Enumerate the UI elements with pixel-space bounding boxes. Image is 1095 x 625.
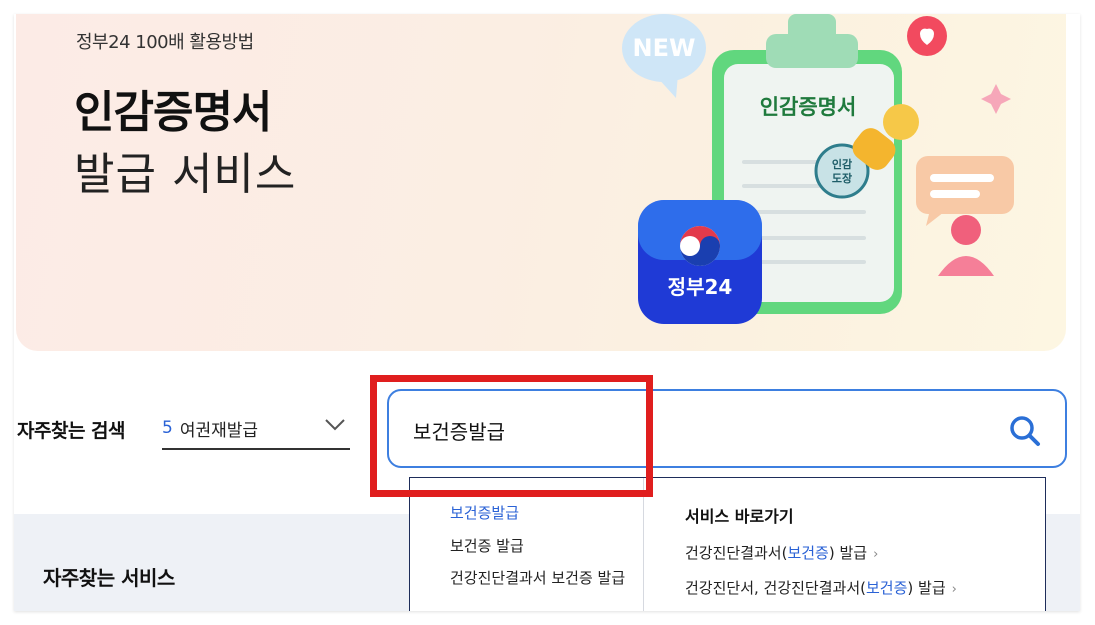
banner-title: 인감증명서	[74, 87, 272, 138]
suggestion-list: 보건증발급 보건증 발급 건강진단결과서 보건증 발급	[410, 478, 644, 611]
shortcut-keyword: 보건증	[787, 544, 829, 562]
person-icon	[938, 215, 994, 276]
stamp-line-1: 인감	[832, 157, 852, 171]
hero-banner[interactable]: 정부24 100배 활용방법 인감증명서 발급 서비스 NEW 인감증명서 인감…	[16, 14, 1066, 351]
frequent-search-rank: 5	[162, 418, 173, 438]
service-shortcut-title: 서비스 바로가기	[685, 507, 794, 526]
service-shortcut-link[interactable]: 건강진단결과서(보건증) 발급 ›	[685, 542, 878, 563]
banner-kicker: 정부24 100배 활용방법	[76, 32, 254, 53]
gov24-app-icon: 정부24	[638, 200, 762, 324]
highlight-box	[370, 375, 653, 497]
shortcut-text: ) 발급	[828, 544, 868, 562]
frequent-search-select[interactable]: 5 여권재발급	[162, 408, 350, 450]
shortcut-text: 건강진단결과서(	[685, 544, 788, 562]
page-frame: 정부24 100배 활용방법 인감증명서 발급 서비스 NEW 인감증명서 인감…	[14, 14, 1080, 611]
sparkle-icon	[981, 84, 1011, 114]
search-icon[interactable]	[1007, 413, 1043, 449]
suggestion-item[interactable]: 건강진단결과서 보건증 발급	[450, 565, 630, 592]
suggestion-item[interactable]: 보건증 발급	[450, 535, 524, 556]
clipboard-title: 인감증명서	[760, 95, 857, 119]
new-bubble-icon: NEW	[622, 14, 706, 98]
suggestion-item[interactable]: 보건증발급	[450, 502, 519, 523]
heart-bubble-icon	[907, 16, 947, 56]
frequent-search-label: 자주찾는 검색	[17, 420, 126, 442]
frequent-services-title: 자주찾는 서비스	[43, 566, 175, 590]
service-shortcut-link[interactable]: 건강진단서, 건강진단결과서(보건증) 발급 ›	[685, 577, 957, 598]
banner-illustration: NEW 인감증명서 인감 도장 정부24	[622, 14, 1014, 324]
shortcut-keyword: 보건증	[866, 579, 908, 597]
chevron-down-icon	[325, 419, 345, 431]
shortcut-text: 건강진단서, 건강진단결과서(	[685, 579, 866, 597]
chevron-right-icon: ›	[951, 582, 957, 597]
banner-subtitle: 발급 서비스	[74, 149, 297, 200]
autocomplete-dropdown: 보건증발급 보건증 발급 건강진단결과서 보건증 발급 서비스 바로가기 건강진…	[409, 477, 1046, 611]
frequent-search-term: 여권재발급	[179, 420, 259, 441]
app-icon-label: 정부24	[668, 275, 733, 299]
stamp-line-2: 도장	[832, 171, 852, 185]
chevron-right-icon: ›	[873, 547, 879, 562]
shortcut-text: ) 발급	[907, 579, 946, 597]
new-bubble-text: NEW	[633, 34, 696, 62]
